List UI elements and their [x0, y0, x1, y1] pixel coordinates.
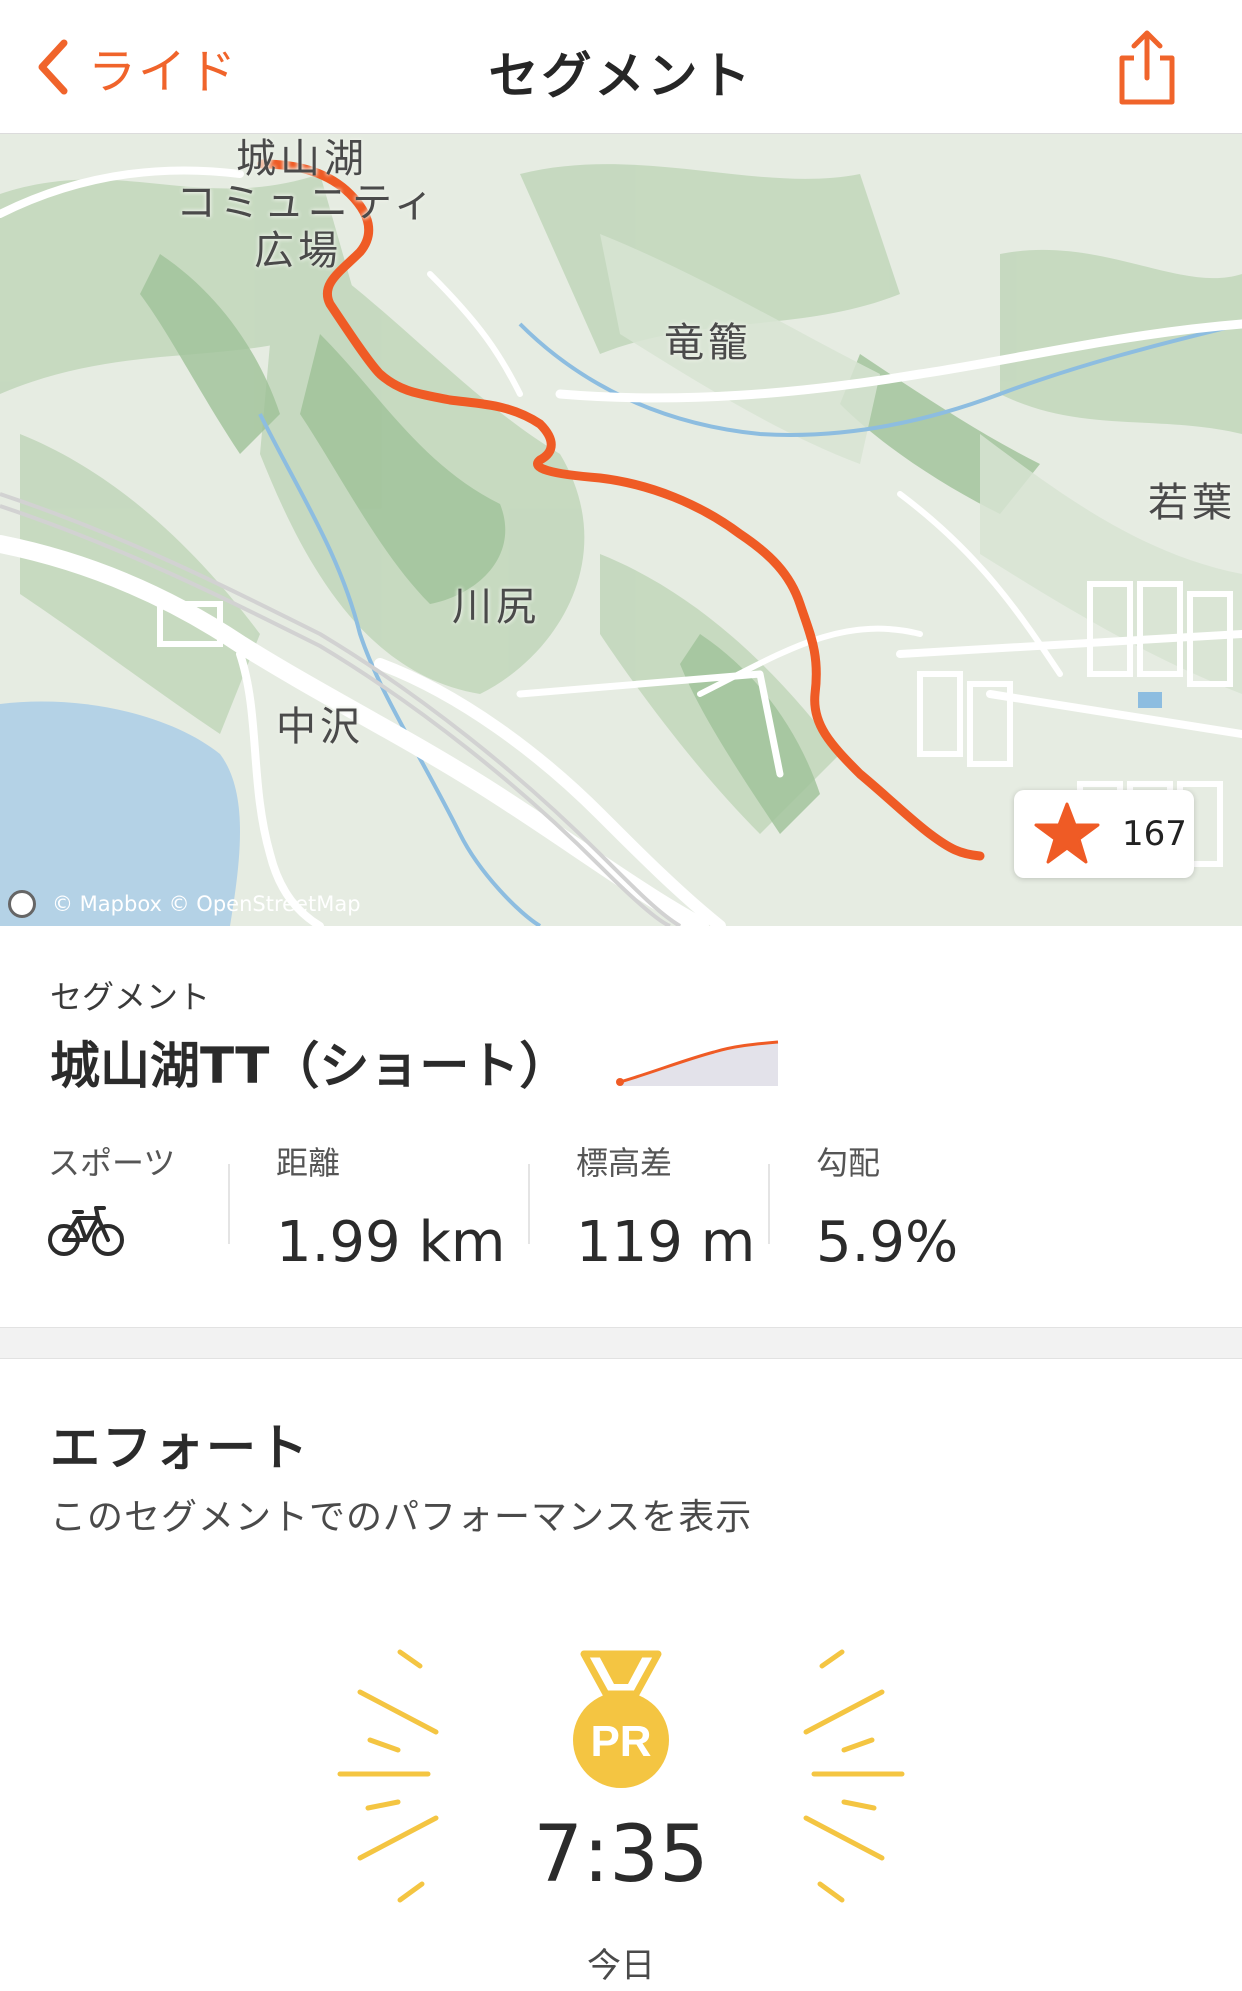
place-label-hiroba: 広場 — [254, 228, 342, 274]
segment-label: セグメント — [50, 978, 211, 1016]
effort-title: エフォート — [50, 1419, 310, 1477]
bicycle-icon — [48, 1206, 124, 1256]
stat-sport-label: スポーツ — [48, 1144, 176, 1182]
place-label-kawajiri: 川尻 — [452, 584, 540, 630]
map-attribution-text: © Mapbox © OpenStreetMap — [52, 892, 361, 916]
star-count: 167 — [1122, 814, 1187, 854]
stat-distance-value: 1.99 km — [276, 1210, 506, 1275]
effort-subtitle: このセグメントでのパフォーマンスを表示 — [50, 1497, 753, 1538]
nav-bar: ライド セグメント — [0, 0, 1242, 134]
pr-medal-icon: PR — [573, 1650, 669, 1788]
elevation-profile — [616, 1040, 779, 1086]
segment-name: 城山湖TT（ショート） — [50, 1037, 570, 1095]
pr-date: 今日 — [587, 1946, 655, 1986]
stat-grade-value: 5.9% — [816, 1210, 959, 1275]
stat-grade: 勾配 5.9% — [816, 1138, 958, 1275]
page-title: セグメント — [488, 47, 754, 105]
pr-medal-label: PR — [590, 1717, 651, 1766]
stat-elevation-label: 標高差 — [576, 1144, 673, 1182]
stat-divider — [228, 1164, 230, 1244]
stat-elevation-value: 119 m — [576, 1210, 756, 1275]
stat-elevation: 標高差 119 m — [576, 1138, 755, 1275]
share-icon[interactable] — [1112, 28, 1182, 108]
stat-grade-label: 勾配 — [816, 1144, 881, 1182]
place-label-ryuro: 竜籠 — [664, 320, 752, 366]
place-label-wakaba: 若葉 — [1148, 480, 1236, 526]
map-attribution[interactable]: © Mapbox © OpenStreetMap — [8, 890, 361, 918]
star-icon — [1034, 802, 1100, 864]
place-label-nakazawa: 中沢 — [276, 704, 364, 750]
section-separator — [0, 1327, 1242, 1359]
segment-map[interactable]: 城山湖 コミュニティ 広場 竜籠 若葉 川尻 中沢 © Mapbox © Ope… — [0, 134, 1242, 926]
pr-time: 7:35 — [533, 1810, 709, 1900]
stat-sport: スポーツ — [48, 1138, 175, 1184]
stat-divider — [768, 1164, 770, 1244]
mapbox-logo-icon — [8, 890, 36, 918]
star-button[interactable]: 167 — [1014, 790, 1194, 878]
stat-distance: 距離 1.99 km — [276, 1138, 505, 1275]
stat-distance-label: 距離 — [276, 1144, 341, 1182]
stat-divider — [528, 1164, 530, 1244]
